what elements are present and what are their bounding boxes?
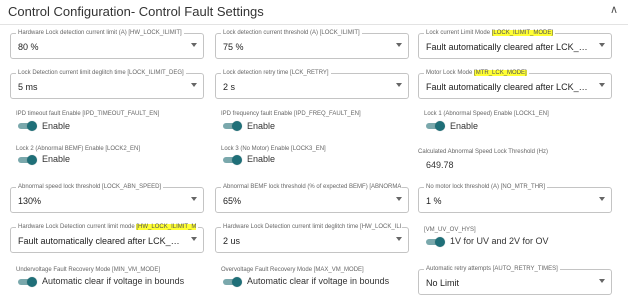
field-label: Abnormal speed lock threshold [LOCK_ABN_… [16, 183, 164, 191]
field-label: Hardware Lock Detection current limit de… [221, 223, 403, 231]
field-value: 2 us [223, 236, 241, 246]
lock1-label: Lock 1 (Abnormal Speed) Enable [LOCK1_EN… [424, 111, 549, 117]
abn-speed-calc-label: Calculated Abnormal Speed Lock Threshold… [418, 149, 548, 155]
lock3-label: Lock 3 (No Motor) Enable [LOCK3_EN] [221, 146, 326, 152]
caret-down-icon [599, 279, 605, 283]
ipd-timeout-toggle[interactable] [18, 121, 37, 131]
lock2-toggle[interactable] [18, 155, 37, 165]
field-value: 65% [223, 196, 242, 206]
field-value: Fault automatically cleared after LCK_RE… [426, 42, 594, 52]
field-value: 75 % [223, 42, 244, 52]
toggle-text: Enable [42, 154, 71, 164]
auto-retry-times-select[interactable]: Automatic retry attempts [AUTO_RETRY_TIM… [418, 265, 612, 295]
caret-down-icon [191, 83, 197, 87]
caret-down-icon [191, 197, 197, 201]
ipd-timeout-label: IPD timeout fault Enable [IPD_TIMEOUT_FA… [16, 111, 160, 117]
vm-uv-ov-hys-label: [VM_UV_OV_HYS] [424, 227, 476, 233]
max-vm-mode-label: Overvoltage Fault Recovery Mode [MAX_VM_… [221, 267, 364, 273]
toggle-text: 1V for UV and 2V for OV [450, 236, 549, 246]
lock1-toggle[interactable] [426, 121, 445, 131]
vm-uv-ov-hys-toggle[interactable] [426, 237, 445, 247]
field-label: Motor Lock Mode [MTR_LCK_MODE] [424, 69, 529, 77]
caret-down-icon [396, 237, 402, 241]
caret-down-icon [599, 43, 605, 47]
toggle-text: Enable [247, 121, 276, 131]
field-label: Lock current Limit Mode [LOCK_ILIMIT_MOD… [424, 29, 556, 37]
lock3-toggle[interactable] [223, 155, 242, 165]
toggle-text: Enable [450, 121, 479, 131]
caret-down-icon [191, 237, 197, 241]
min-vm-mode-label: Undervoltage Fault Recovery Mode [MIN_VM… [16, 267, 161, 273]
caret-down-icon [191, 43, 197, 47]
mtr-lck-mode-select[interactable]: Motor Lock Mode [MTR_LCK_MODE] Fault aut… [418, 69, 612, 99]
lock-ilimit-deg-select[interactable]: Lock Detection current limit deglitch ti… [10, 69, 204, 99]
field-label: Abnormal BEMF lock threshold (% of expec… [221, 183, 403, 191]
ipd-freq-label: IPD frequency fault Enable [IPD_FREQ_FAU… [221, 111, 361, 117]
ipd-freq-toggle[interactable] [223, 121, 242, 131]
toggle-text: Automatic clear if voltage in bounds [42, 276, 185, 286]
field-label: Lock detection current threshold (A) [LO… [221, 29, 362, 37]
lock2-label: Lock 2 (Abnormal BEMF) Enable [LOCK2_EN] [16, 146, 141, 152]
label-text: Motor Lock Mode [426, 70, 475, 76]
lock-ilimit-select[interactable]: Lock detection current threshold (A) [LO… [215, 29, 409, 59]
field-label: No motor lock threshold (A) [NO_MTR_THR] [424, 183, 548, 191]
label-highlight: [HW_LOCK_ILIMIT_M [136, 224, 197, 230]
field-value: Fault automatically cleared after LCK_RE… [18, 236, 186, 246]
page-title: Control Configuration- Control Fault Set… [8, 4, 264, 19]
lock-ilimit-mode-select[interactable]: Lock current Limit Mode [LOCK_ILIMIT_MOD… [418, 29, 612, 59]
caret-down-icon [396, 83, 402, 87]
divider [0, 24, 628, 25]
caret-down-icon [396, 43, 402, 47]
min-vm-mode-toggle[interactable] [18, 277, 37, 287]
caret-down-icon [599, 83, 605, 87]
max-vm-mode-toggle[interactable] [223, 277, 242, 287]
field-label: Lock Detection current limit deglitch ti… [16, 69, 186, 77]
toggle-text: Automatic clear if voltage in bounds [247, 276, 390, 286]
caret-down-icon [396, 197, 402, 201]
label-highlight: [LOCK_ILIMIT_MODE] [491, 30, 554, 36]
toggle-text: Enable [42, 121, 71, 131]
field-label: Hardware Lock Detection current limit mo… [16, 223, 198, 231]
field-value: Fault automatically cleared after LCK_RE… [426, 82, 594, 92]
caret-down-icon [599, 197, 605, 201]
chevron-up-icon[interactable]: ∧ [610, 3, 618, 16]
field-value: 5 ms [18, 82, 38, 92]
field-label: Hardware Lock detection current limit (A… [16, 29, 184, 37]
lock-abn-speed-select[interactable]: Abnormal speed lock threshold [LOCK_ABN_… [10, 183, 204, 213]
toggle-text: Enable [247, 154, 276, 164]
label-text: Lock current Limit Mode [426, 30, 492, 36]
label-text: Hardware Lock Detection current limit mo… [18, 224, 137, 230]
abn-speed-calc-value: 649.78 [426, 160, 454, 170]
no-mtr-thr-select[interactable]: No motor lock threshold (A) [NO_MTR_THR]… [418, 183, 612, 213]
hw-lock-ilimit-deg-select[interactable]: Hardware Lock Detection current limit de… [215, 223, 409, 253]
lck-retry-select[interactable]: Lock detection retry time [LCK_RETRY] 2 … [215, 69, 409, 99]
hw-lock-ilimit-mode-select[interactable]: Hardware Lock Detection current limit mo… [10, 223, 204, 253]
hw-lock-ilimit-select[interactable]: Hardware Lock detection current limit (A… [10, 29, 204, 59]
field-value: 130% [18, 196, 42, 206]
field-value: No Limit [426, 278, 460, 288]
section-header[interactable]: Control Configuration- Control Fault Set… [0, 0, 628, 24]
field-value: 80 % [18, 42, 39, 52]
field-value: 2 s [223, 82, 236, 92]
abnormal-bemf-select[interactable]: Abnormal BEMF lock threshold (% of expec… [215, 183, 409, 213]
field-label: Automatic retry attempts [AUTO_RETRY_TIM… [424, 265, 560, 273]
label-highlight: [MTR_LCK_MODE] [474, 70, 527, 76]
field-label: Lock detection retry time [LCK_RETRY] [221, 69, 331, 77]
field-value: 1 % [426, 196, 442, 206]
